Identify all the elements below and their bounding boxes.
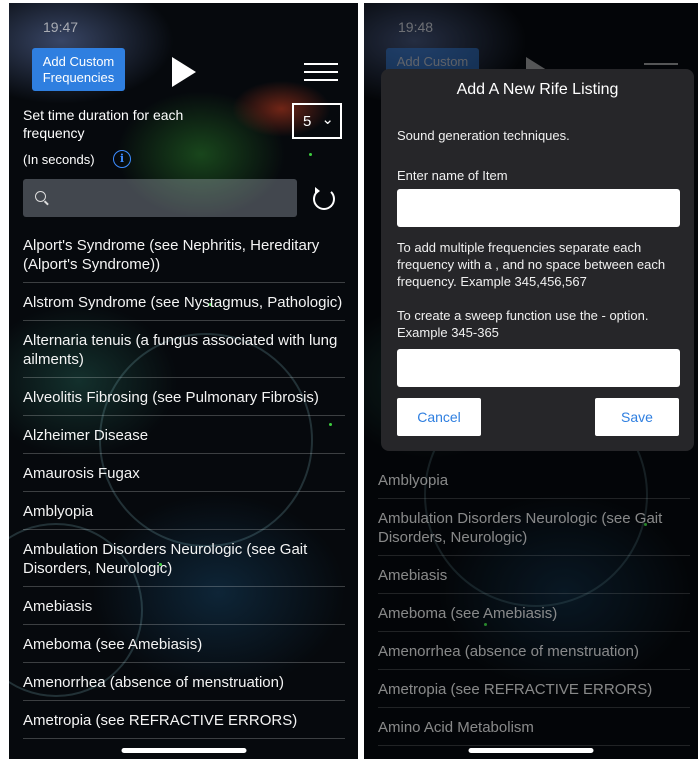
condition-list: Alport's Syndrome (see Nephritis, Heredi… bbox=[23, 226, 345, 739]
item-name-input[interactable] bbox=[397, 189, 680, 227]
list-item[interactable]: Alzheimer Disease bbox=[23, 416, 345, 454]
list-item[interactable]: Amebiasis bbox=[23, 587, 345, 625]
list-item[interactable]: Ameboma (see Amebiasis) bbox=[23, 625, 345, 663]
add-rife-listing-dialog: Add A New Rife Listing Sound generation … bbox=[381, 69, 694, 451]
left-screen: 19:47 Add Custom Frequencies Set time du… bbox=[9, 3, 358, 759]
home-indicator[interactable] bbox=[468, 748, 594, 753]
list-item[interactable]: Ambulation Disorders Neurologic (see Gai… bbox=[23, 530, 345, 587]
play-icon[interactable] bbox=[172, 57, 196, 87]
add-custom-frequencies-button[interactable]: Add Custom Frequencies bbox=[32, 48, 125, 91]
seconds-label: (In seconds) bbox=[23, 152, 95, 167]
dialog-title: Add A New Rife Listing bbox=[456, 81, 619, 98]
home-indicator[interactable] bbox=[121, 748, 246, 753]
save-button[interactable]: Save bbox=[595, 398, 679, 436]
hamburger-menu-icon[interactable] bbox=[304, 63, 338, 87]
sweep-help: To create a sweep function use the - opt… bbox=[397, 308, 649, 340]
duration-select[interactable]: 5 ⌄ bbox=[292, 103, 342, 139]
right-screen: 19:48 Add Custom Amblyopia Ambulation Di… bbox=[364, 3, 698, 759]
list-item[interactable]: Alternaria tenuis (a fungus associated w… bbox=[23, 321, 345, 378]
list-item[interactable]: Amblyopia bbox=[23, 492, 345, 530]
search-icon bbox=[35, 191, 46, 202]
duration-value: 5 bbox=[303, 113, 312, 130]
refresh-icon[interactable] bbox=[313, 187, 335, 210]
search-input[interactable] bbox=[23, 179, 297, 217]
list-item[interactable]: Amaurosis Fugax bbox=[23, 454, 345, 492]
list-item[interactable]: Alveolitis Fibrosing (see Pulmonary Fibr… bbox=[23, 378, 345, 416]
list-item[interactable]: Alstrom Syndrome (see Nystagmus, Patholo… bbox=[23, 283, 345, 321]
list-item[interactable]: Ametropia (see REFRACTIVE ERRORS) bbox=[23, 701, 345, 739]
dialog-subtitle: Sound generation techniques. bbox=[397, 128, 570, 143]
multiple-frequencies-help: To add multiple frequencies separate eac… bbox=[397, 240, 666, 289]
list-item[interactable]: Amenorrhea (absence of menstruation) bbox=[23, 663, 345, 701]
background-dot bbox=[309, 153, 312, 156]
list-item[interactable]: Alport's Syndrome (see Nephritis, Heredi… bbox=[23, 226, 345, 283]
chevron-down-icon: ⌄ bbox=[321, 111, 334, 128]
status-time: 19:47 bbox=[43, 19, 79, 35]
frequency-input[interactable] bbox=[397, 349, 680, 387]
cancel-button[interactable]: Cancel bbox=[397, 398, 481, 436]
item-name-label: Enter name of Item bbox=[397, 168, 508, 183]
info-icon[interactable]: i bbox=[113, 150, 131, 168]
duration-label: Set time duration for each frequency bbox=[23, 107, 184, 141]
